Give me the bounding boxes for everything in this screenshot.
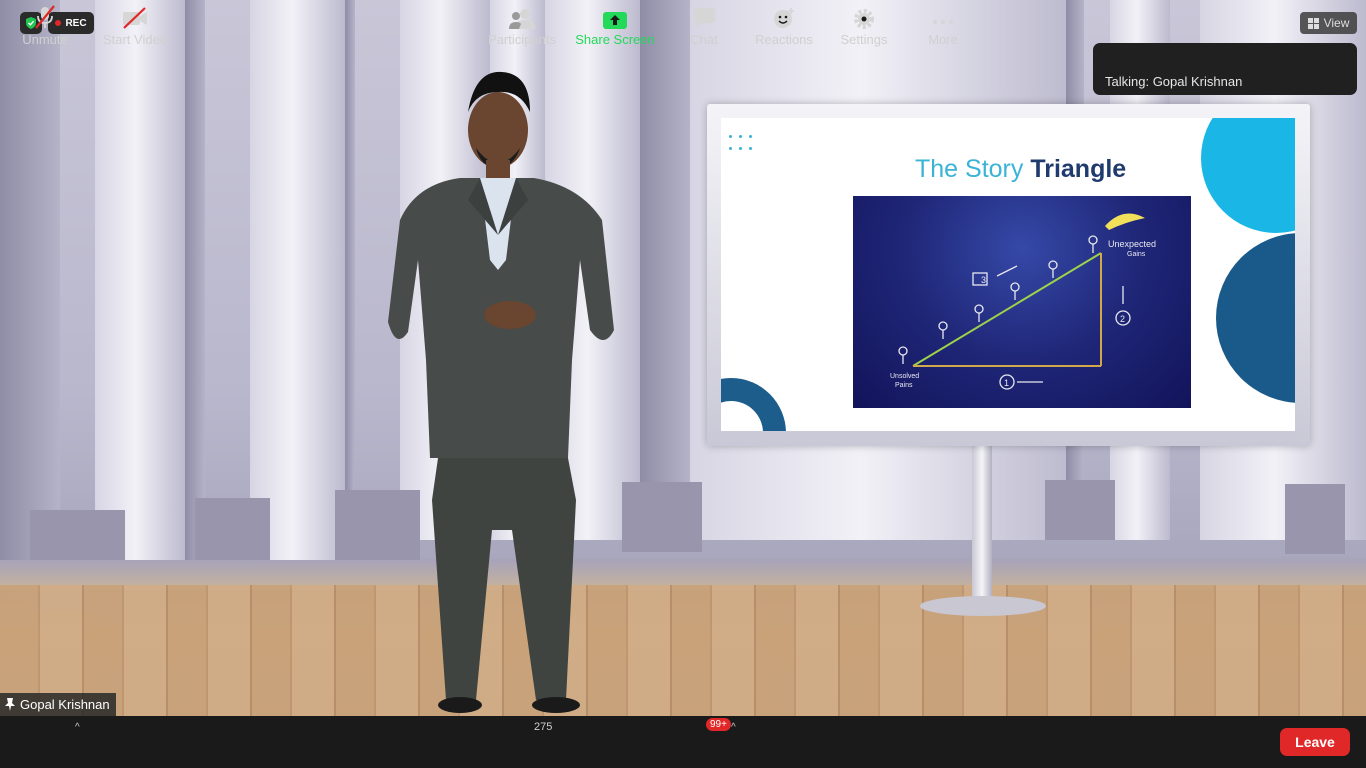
step2-label: 2	[1120, 314, 1125, 324]
reactions-smiley-icon	[774, 8, 794, 28]
more-button[interactable]: More	[920, 0, 966, 52]
more-dots-icon	[933, 20, 953, 24]
share-screen-label: Share Screen	[575, 32, 655, 47]
start-video-button[interactable]: Start Video	[100, 0, 170, 52]
slide-title: The Story Triangle	[915, 155, 1126, 184]
gain-flame-icon	[1105, 213, 1145, 230]
unmute-button[interactable]: Unmute	[18, 0, 72, 52]
wooden-floor	[0, 585, 1366, 716]
chat-unread-badge: 99+	[706, 718, 731, 731]
meeting-toolbar	[0, 716, 1366, 768]
share-screen-button[interactable]: Share Screen	[575, 0, 655, 52]
column-base	[1045, 480, 1115, 540]
participants-label: Participants	[488, 32, 556, 47]
wall-column	[95, 0, 185, 560]
share-screen-icon	[603, 12, 627, 29]
participants-count: 275	[534, 721, 553, 733]
start-video-label: Start Video	[102, 32, 168, 47]
wall-column	[185, 0, 205, 560]
settings-button[interactable]: Settings	[838, 0, 890, 52]
chat-bubble-icon	[694, 8, 715, 28]
active-speaker-panel: Talking: Gopal Krishnan	[1093, 43, 1357, 95]
story-triangle-diagram: 3 2 1 Unexpected Gains Unsolved Pains	[853, 196, 1191, 408]
unsolved-pains-label: Unsolved	[890, 373, 919, 380]
more-label: More	[928, 32, 958, 47]
chat-button[interactable]: Chat	[683, 0, 725, 52]
slide-dots	[729, 135, 759, 155]
presenter	[388, 71, 614, 713]
participants-button[interactable]: Participants	[486, 0, 558, 52]
view-label: View	[1323, 16, 1350, 30]
active-speaker-text: Talking: Gopal Krishnan	[1105, 74, 1243, 89]
chat-label: Chat	[690, 32, 718, 47]
wall-column	[640, 0, 690, 540]
participant-name-tag: Gopal Krishnan	[0, 693, 116, 716]
unmute-label: Unmute	[22, 32, 68, 47]
gear-icon	[854, 9, 874, 29]
settings-label: Settings	[840, 32, 888, 47]
view-button[interactable]: View	[1300, 12, 1357, 34]
grid-icon	[1307, 17, 1319, 29]
triangle-svg: 3 2 1 Unexpected Gains Unsolved Pains	[890, 213, 1156, 390]
step3-label: 3	[981, 275, 986, 285]
slide-title-part1: The Story	[915, 155, 1024, 183]
reactions-label: Reactions	[755, 32, 813, 47]
participant-name: Gopal Krishnan	[20, 697, 110, 712]
board-stand-pole	[972, 446, 992, 604]
step1-label: 1	[1004, 378, 1009, 388]
unexpected-gains-label: Unexpected	[1108, 239, 1156, 249]
leave-button[interactable]: Leave	[1280, 728, 1350, 756]
unexpected-gains-label-2: Gains	[1127, 251, 1146, 258]
audio-options-chevron-icon[interactable]: ^	[75, 722, 80, 733]
participants-icon	[509, 9, 535, 29]
unsolved-pains-label-2: Pains	[895, 382, 913, 389]
chat-options-chevron-icon[interactable]: ^	[731, 722, 736, 733]
microphone-muted-icon	[35, 5, 55, 29]
video-feed: The Story Triangle 3 2 1 Unexpected Gain…	[0, 0, 1366, 716]
pin-icon	[5, 698, 15, 711]
column-base	[622, 482, 702, 552]
wall-column	[345, 0, 355, 560]
column-base	[1285, 484, 1345, 554]
slide-title-part2: Triangle	[1030, 155, 1127, 183]
reactions-button[interactable]: Reactions	[754, 0, 814, 52]
wall-column	[250, 0, 345, 560]
board-stand-base	[920, 596, 1046, 616]
video-camera-off-icon	[123, 7, 147, 29]
